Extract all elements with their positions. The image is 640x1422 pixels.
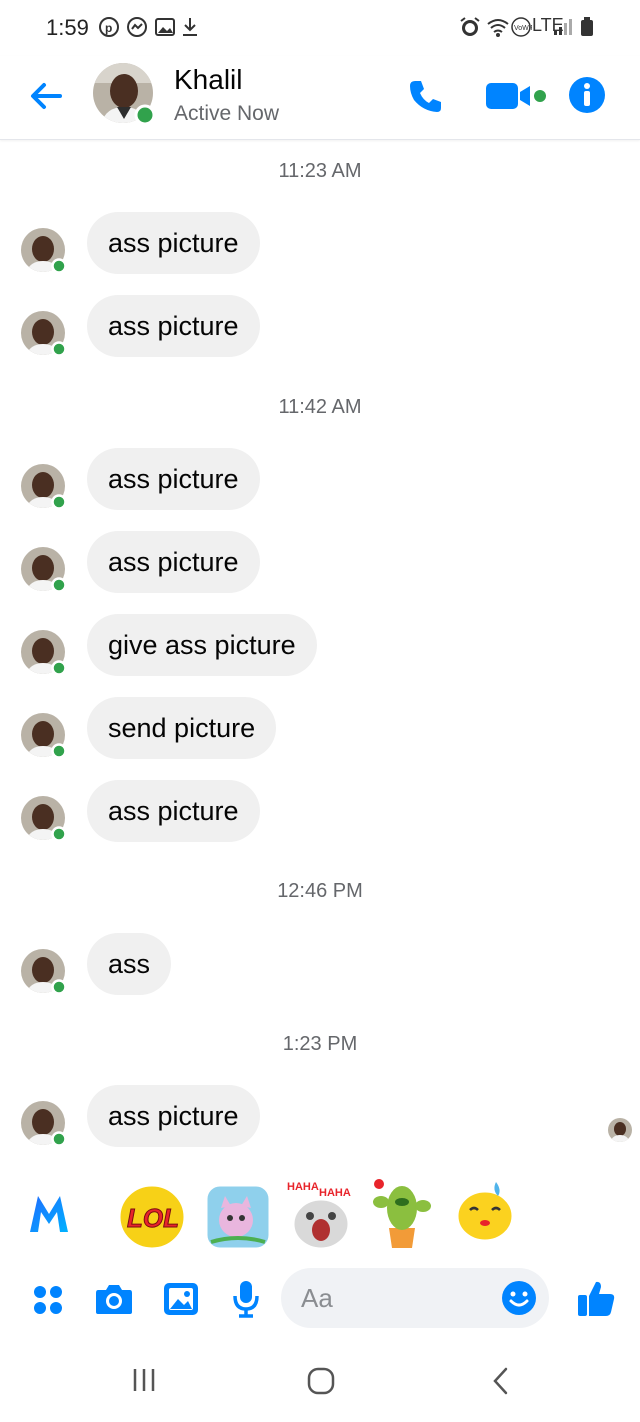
wifi-calling-icon: VoWiFi	[511, 17, 532, 37]
lol-sticker[interactable]: LOL	[116, 1182, 188, 1252]
timestamp: 12:46 PM	[277, 880, 363, 902]
status-bar: 1:59 p VoWiFi LTE	[0, 0, 640, 56]
cactus-sticker[interactable]	[367, 1172, 437, 1252]
back-nav-icon[interactable]	[490, 1366, 512, 1396]
timestamp: 1:23 PM	[282, 1033, 358, 1055]
message-composer: Aa	[0, 1262, 640, 1338]
message-bubble[interactable]: send picture	[87, 697, 277, 759]
back-arrow-icon[interactable]	[26, 76, 66, 116]
camera-icon[interactable]	[94, 1281, 134, 1317]
sweating-chick-sticker[interactable]	[452, 1176, 518, 1250]
conversation-header: Khalil Active Now	[0, 56, 640, 140]
microphone-icon[interactable]	[230, 1279, 262, 1319]
haha-sticker-text: HAHA	[319, 1187, 351, 1199]
wifi-icon	[487, 19, 509, 37]
message-thread[interactable]: 11:23 AM ass picture ass picture 11:42 A…	[0, 141, 640, 1170]
sender-avatar[interactable]	[20, 546, 68, 594]
sender-avatar[interactable]	[20, 227, 68, 275]
cat-drawing-sticker[interactable]	[203, 1182, 273, 1252]
alarm-icon	[460, 17, 480, 36]
video-call-icon[interactable]	[484, 78, 550, 114]
svg-text:VoWiFi: VoWiFi	[514, 25, 532, 32]
seen-receipt-avatar	[608, 1118, 632, 1142]
contact-active-status: Active Now	[174, 102, 280, 125]
message-bubble[interactable]: ass picture	[87, 295, 260, 357]
home-icon[interactable]	[306, 1366, 336, 1396]
online-indicator	[134, 104, 155, 125]
sender-avatar[interactable]	[20, 310, 68, 358]
sender-avatar[interactable]	[20, 463, 68, 511]
android-navigation-bar	[0, 1338, 640, 1422]
recent-apps-icon[interactable]	[132, 1366, 156, 1394]
message-bubble[interactable]: ass picture	[87, 212, 260, 274]
phone-call-icon[interactable]	[406, 76, 446, 116]
message-bubble[interactable]: ass picture	[87, 1085, 260, 1147]
sender-avatar[interactable]	[20, 629, 68, 677]
download-icon	[183, 18, 197, 36]
message-input[interactable]: Aa	[281, 1268, 549, 1328]
sticker-suggestions: LOL HAHA HAHA	[0, 1170, 640, 1262]
message-bubble[interactable]: ass picture	[87, 531, 260, 593]
sender-avatar[interactable]	[20, 712, 68, 760]
info-icon[interactable]	[568, 76, 606, 114]
svg-text:p: p	[105, 21, 112, 35]
screaming-cat-sticker[interactable]: HAHA HAHA	[285, 1174, 357, 1254]
sender-avatar[interactable]	[20, 948, 68, 996]
status-time: 1:59	[46, 15, 89, 40]
battery-icon	[581, 17, 593, 36]
more-actions-icon[interactable]	[32, 1284, 64, 1316]
contact-avatar[interactable]	[93, 63, 155, 125]
image-notification-icon	[155, 18, 175, 36]
gallery-icon[interactable]	[162, 1281, 200, 1317]
pinterest-icon: p	[99, 17, 119, 37]
message-bubble[interactable]: ass	[87, 933, 172, 995]
lol-sticker-text: LOL	[127, 1203, 179, 1233]
message-bubble[interactable]: ass picture	[87, 780, 260, 842]
message-input-placeholder: Aa	[301, 1283, 333, 1313]
thumbs-up-like-icon[interactable]	[575, 1277, 617, 1319]
contact-name[interactable]: Khalil	[174, 64, 242, 96]
sender-avatar[interactable]	[20, 1100, 68, 1148]
timestamp: 11:42 AM	[278, 396, 362, 418]
message-bubble[interactable]: ass picture	[87, 448, 260, 510]
signal-icon	[554, 19, 572, 35]
messenger-notification-icon	[127, 17, 147, 37]
timestamp: 11:23 AM	[278, 160, 362, 182]
sender-avatar[interactable]	[20, 795, 68, 843]
emoji-icon[interactable]	[501, 1280, 537, 1316]
message-bubble[interactable]: give ass picture	[87, 614, 317, 676]
meta-ai-icon[interactable]	[26, 1192, 72, 1236]
haha-sticker-text: HAHA	[287, 1181, 319, 1193]
